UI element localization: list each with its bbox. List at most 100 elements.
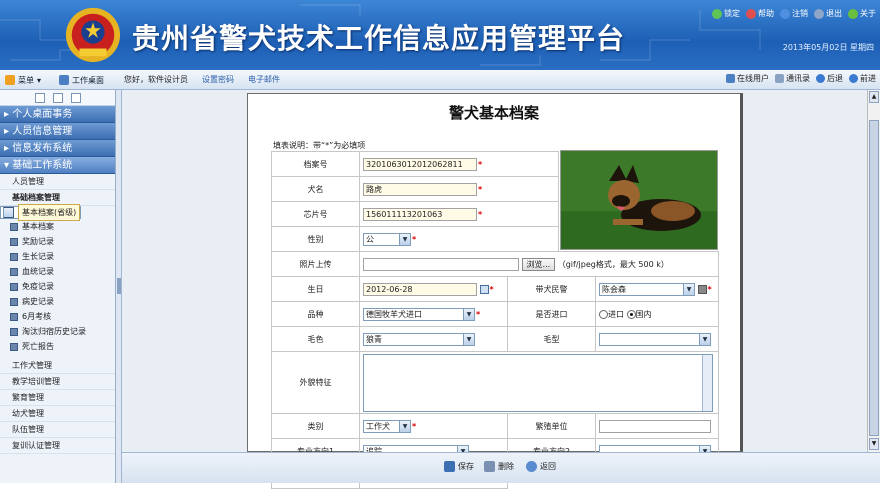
help-link[interactable]: 帮助 [746,8,774,19]
return-icon [526,461,537,472]
sidebar-item-retrain[interactable]: 复训认证管理 [0,438,115,454]
contacts-icon [775,74,784,83]
email-link[interactable]: 电子邮件 [248,74,280,85]
appearance-textarea[interactable] [363,353,713,412]
save-button[interactable]: 保存 [444,461,474,472]
expand-icon[interactable] [70,93,81,103]
exit-link[interactable]: 退出 [814,8,842,19]
logout-link[interactable]: 注销 [780,8,808,19]
sidebar-group-personal[interactable]: ▸ 个人桌面事务 [0,106,115,123]
sidebar-leaf-archive[interactable]: 基本档案 [0,219,115,234]
dropdown-arrow-icon: ▼ [463,308,474,320]
category-select[interactable]: 工作犬 ▼ [363,419,411,433]
welcome-bar: 您好，软件设计员 设置密码 电子邮件 [124,74,280,85]
birthday-cell: 2012-06-28 * [359,276,508,302]
sidebar-leaf-bloodline[interactable]: 血统记录 [0,264,115,279]
picker-icon[interactable] [697,284,707,294]
gender-label: 性别 [271,226,360,252]
scroll-down-icon[interactable]: ▼ [869,438,879,450]
form-title: 警犬基本档案 [448,104,539,122]
archive-form-table: 档案号 320106301201206281​1 * 犬名 路虎 * 芯片号 156… [271,151,719,277]
import-no-radio[interactable] [626,309,636,319]
coat-color-select[interactable]: 狼青 ▼ [363,332,475,346]
sidebar-item-training[interactable]: 教学培训管理 [0,374,115,390]
collapse-icon[interactable] [52,93,63,103]
sidebar-item-puppy[interactable]: 幼犬管理 [0,406,115,422]
birthday-label: 生日 [271,276,360,302]
required-mark: * [478,209,483,219]
save-icon [444,461,455,472]
dog-name-cell: 路虎 * [359,176,559,202]
lock-link[interactable]: 锁定 [712,8,740,19]
handler-cell: 陈会森 ▼ * [595,276,719,302]
sidebar: ▸ 个人桌面事务 ▸ 人员信息管理 ▸ 信息发布系统 ▾ 基础工作系统 人员管理… [0,90,116,483]
import-yes-radio[interactable] [599,309,608,319]
calendar-icon[interactable] [479,284,489,294]
splitter-handle[interactable] [117,278,121,294]
sidebar-group-personnel[interactable]: ▸ 人员信息管理 [0,123,115,140]
refresh-icon[interactable] [34,93,45,103]
required-mark: * [412,234,417,244]
coat-type-cell: ▼ [595,326,719,352]
dropdown-arrow-icon: ▼ [463,333,474,345]
welcome-text: 您好，软件设计员 [124,75,188,84]
forward-arrow-icon [849,74,858,83]
required-mark: * [707,284,712,294]
category-cell: 工作犬 ▼ * [359,413,508,439]
handler-select[interactable]: 陈会森 ▼ [599,282,695,296]
appearance-label: 外貌特征 [271,351,360,414]
breed-select[interactable]: 德国牧羊犬进口 ▼ [363,307,475,321]
user-icon [726,74,735,83]
sidebar-group-publish[interactable]: ▸ 信息发布系统 [0,140,115,157]
photo-hint: （gif/jpeg格式，最大 500 k） [557,259,669,269]
document-icon [10,252,18,261]
required-mark: * [489,284,494,294]
delete-button[interactable]: 删除 [484,461,514,472]
sidebar-item-working-dog[interactable]: 工作犬管理 [0,358,115,374]
breeding-unit-input[interactable] [599,419,711,433]
desktop-button[interactable]: 工作桌面 [56,73,107,87]
change-password-link[interactable]: 设置密码 [202,74,234,85]
sidebar-leaf-immunity[interactable]: 免疫记录 [0,279,115,294]
file-no-input[interactable]: 320106301201206281​1 [363,157,477,171]
coat-type-select[interactable]: ▼ [599,332,711,346]
dog-name-input[interactable]: 路虎 [363,182,477,196]
sidebar-leaf-reward[interactable]: 奖励记录 [0,234,115,249]
chip-no-label: 芯片号 [271,201,360,227]
sidebar-leaf-june-exam[interactable]: 6月考核 [0,309,115,324]
about-link[interactable]: 关于 [848,8,876,19]
sidebar-leaf-death[interactable]: 死亡报告 [0,339,115,354]
category-label: 类别 [271,413,360,439]
back-nav-link[interactable]: 后退 [816,73,843,84]
sidebar-leaf-archive-province[interactable]: 基本档案(省级) [0,204,82,221]
scroll-up-icon[interactable]: ▲ [869,91,879,103]
sidebar-leaf-medical[interactable]: 病史记录 [0,294,115,309]
sidebar-leaf-elimination[interactable]: 淘汰归宿历史记录 [0,324,115,339]
main-scrollbar[interactable]: ▲ ▼ [867,90,880,452]
sidebar-group-basic-work[interactable]: ▾ 基础工作系统 [0,157,115,174]
browse-button[interactable]: 浏览... [521,257,556,271]
menu-button[interactable]: 菜单 ▾ [2,73,44,87]
textarea-scrollbar[interactable] [702,354,712,411]
sidebar-item-team[interactable]: 队伍管理 [0,422,115,438]
photo-path-input[interactable] [363,257,519,271]
sidebar-item-personnel-mgmt[interactable]: 人员管理 [0,174,115,190]
handler-label: 带犬民警 [507,276,596,302]
sidebar-item-breeding[interactable]: 繁育管理 [0,390,115,406]
forward-nav-link[interactable]: 前进 [849,73,876,84]
online-users-link[interactable]: 在线用户 [726,73,769,84]
contacts-link[interactable]: 通讯录 [775,73,810,84]
scroll-thumb[interactable] [869,120,879,436]
dropdown-arrow-icon: ▼ [399,233,410,245]
sidebar-leaf-growth[interactable]: 生长记录 [0,249,115,264]
birthday-input[interactable]: 2012-06-28 [363,282,477,296]
breeding-unit-label: 繁殖单位 [507,413,596,439]
photo-upload-cell: 浏览... （gif/jpeg格式，最大 500 k） [359,251,719,277]
back-button[interactable]: 返回 [526,461,556,472]
toolbar-right-links: 在线用户 通讯录 后退 前进 [726,73,876,84]
toolbar: 菜单 ▾ 工作桌面 您好，软件设计员 设置密码 电子邮件 在线用户 通讯录 后退 … [0,70,880,90]
document-icon [10,267,18,276]
chip-no-input[interactable]: 156011113201063 [363,207,477,221]
gender-select[interactable]: 公 ▼ [363,232,411,246]
help-icon [746,8,756,19]
